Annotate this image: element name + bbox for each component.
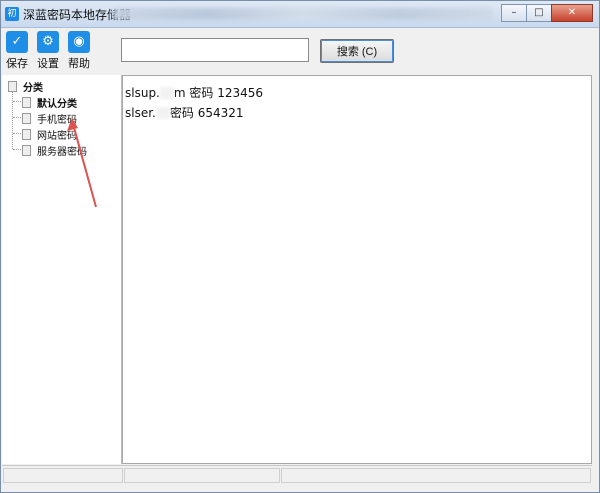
list-item[interactable]: slsup. m 密码 123456 <box>125 84 263 101</box>
tree-item-label: 服务器密码 <box>37 147 87 158</box>
save-button[interactable]: ✓ 保存 <box>4 31 30 71</box>
tree-item-label: 网站密码 <box>37 131 77 142</box>
tree-root[interactable]: 分类 <box>8 79 43 94</box>
status-bar <box>2 465 592 484</box>
tree-connector <box>13 117 21 118</box>
category-tree: 分类 默认分类 手机密码 网站密码 服务器密码 <box>2 75 122 464</box>
search-button[interactable]: 搜索 (C) <box>320 39 394 63</box>
blurred-text <box>155 107 170 119</box>
tree-connector <box>13 101 21 102</box>
tree-item-server[interactable]: 服务器密码 <box>22 143 87 158</box>
help-label: 帮助 <box>68 57 90 70</box>
app-logo-icon: 初 <box>5 7 19 21</box>
close-button[interactable]: ✕ <box>551 4 593 22</box>
save-label: 保存 <box>6 57 28 70</box>
tree-root-label: 分类 <box>23 83 43 94</box>
tree-item-default[interactable]: 默认分类 <box>22 95 77 110</box>
app-window: 初 深蓝密码本地存储器 – □ ✕ ✓ 保存 ⚙ 设置 ◉ 帮助 搜索 (C) … <box>0 0 600 493</box>
status-segment <box>124 468 280 483</box>
settings-button[interactable]: ⚙ 设置 <box>35 31 61 71</box>
gear-icon: ⚙ <box>37 31 59 53</box>
title-bar: 初 深蓝密码本地存储器 – □ ✕ <box>1 1 599 28</box>
status-segment <box>281 468 591 483</box>
entry-prefix: slsup. <box>125 86 160 100</box>
maximize-button[interactable]: □ <box>526 4 552 22</box>
tree-connector <box>13 133 21 134</box>
document-icon <box>22 145 31 156</box>
check-icon: ✓ <box>6 31 28 53</box>
document-icon <box>22 129 31 140</box>
password-list[interactable]: slsup. m 密码 123456 slser. 密码 654321 <box>122 75 592 464</box>
blurred-text <box>159 87 174 99</box>
settings-label: 设置 <box>37 57 59 70</box>
window-controls: – □ ✕ <box>501 4 593 22</box>
help-icon: ◉ <box>68 31 90 53</box>
tree-item-label: 手机密码 <box>37 115 77 126</box>
blurred-title-region <box>113 8 493 20</box>
tree-item-label: 默认分类 <box>37 99 77 110</box>
tree-connector <box>13 149 21 150</box>
status-segment <box>3 468 123 483</box>
list-item[interactable]: slser. 密码 654321 <box>125 104 244 121</box>
entry-suffix: m 密码 123456 <box>173 86 264 100</box>
help-button[interactable]: ◉ 帮助 <box>66 31 92 71</box>
tree-item-website[interactable]: 网站密码 <box>22 127 77 142</box>
entry-prefix: slser. <box>125 106 156 120</box>
document-icon <box>22 113 31 124</box>
document-icon <box>22 97 31 108</box>
tree-connector <box>12 91 13 149</box>
minimize-button[interactable]: – <box>501 4 527 22</box>
entry-suffix: 密码 654321 <box>169 106 244 120</box>
tree-item-phone[interactable]: 手机密码 <box>22 111 77 126</box>
search-input[interactable] <box>121 38 309 62</box>
